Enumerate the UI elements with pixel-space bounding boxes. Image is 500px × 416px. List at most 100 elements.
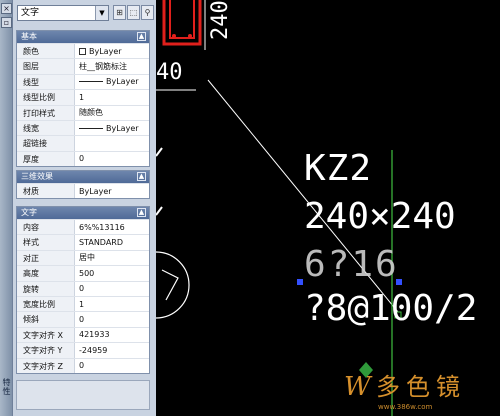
close-palette-icon[interactable]: ×: [1, 3, 12, 14]
section-header[interactable]: 三维效果 ▲: [17, 171, 149, 183]
property-value[interactable]: -24959: [75, 343, 149, 358]
property-value[interactable]: ByLayer: [75, 44, 149, 59]
property-row[interactable]: 图层 柱__钢筋标注: [17, 58, 149, 74]
section-header[interactable]: 基本 ▲: [17, 31, 149, 43]
property-value-text: 0: [79, 315, 85, 325]
property-row[interactable]: 线型比例 1: [17, 89, 149, 105]
property-row[interactable]: 宽度比例 1: [17, 295, 149, 312]
palette-title-strip[interactable]: × ▫ 特性: [0, 0, 13, 416]
grip-handle[interactable]: [297, 279, 303, 285]
property-value-text: 0: [79, 284, 85, 294]
color-swatch-icon: [79, 47, 86, 55]
property-name: 内容: [17, 220, 75, 235]
property-name: 文字对齐 Y: [17, 343, 75, 358]
column-stirrup: [169, 0, 195, 39]
property-value[interactable]: ByLayer: [75, 184, 149, 199]
collapse-icon[interactable]: ▲: [137, 32, 146, 41]
property-value-text: ByLayer: [106, 123, 139, 133]
property-row[interactable]: 文字对齐 Y -24959: [17, 342, 149, 358]
section-header[interactable]: 文字 ▲: [17, 207, 149, 219]
property-name: 厚度: [17, 151, 75, 167]
property-row[interactable]: 线宽 ByLayer: [17, 119, 149, 136]
chevron-down-icon[interactable]: ▼: [95, 6, 108, 20]
column-name-text[interactable]: KZ2: [304, 148, 372, 189]
property-name: 线宽: [17, 120, 75, 136]
collapse-icon[interactable]: ▲: [137, 172, 146, 181]
property-name: 倾斜: [17, 312, 75, 327]
property-value[interactable]: [75, 136, 149, 151]
property-value-text: ByLayer: [106, 77, 139, 87]
property-value[interactable]: 1: [75, 296, 149, 312]
property-row[interactable]: 文字对齐 X 421933: [17, 326, 149, 343]
property-row[interactable]: 超链接: [17, 135, 149, 151]
property-row[interactable]: 倾斜 0: [17, 311, 149, 327]
property-value[interactable]: STANDARD: [75, 235, 149, 250]
property-value[interactable]: 0: [75, 358, 149, 373]
property-value[interactable]: 居中: [75, 250, 149, 266]
property-value-text: -24959: [79, 345, 108, 355]
select-objects-icon[interactable]: ⬚: [127, 5, 140, 20]
section-title: 三维效果: [21, 172, 53, 181]
rebar-dot: [188, 34, 192, 38]
property-row[interactable]: 线型 ByLayer: [17, 73, 149, 90]
property-value[interactable]: ByLayer: [75, 74, 149, 90]
linetype-sample-icon: [79, 127, 103, 129]
property-row[interactable]: 高度 500: [17, 265, 149, 281]
property-row[interactable]: 样式 STANDARD: [17, 234, 149, 250]
property-row[interactable]: 颜色 ByLayer: [17, 43, 149, 59]
property-value[interactable]: 6%%13116: [75, 220, 149, 235]
property-value[interactable]: 0: [75, 281, 149, 296]
property-name: 文字对齐 X: [17, 327, 75, 343]
property-row[interactable]: 对正 居中: [17, 249, 149, 266]
property-value[interactable]: ByLayer: [75, 120, 149, 136]
property-name: 样式: [17, 235, 75, 250]
palette-strip-label: 特性: [2, 378, 11, 396]
dimension-text-top: 240: [208, 0, 233, 40]
tick-mark: [156, 147, 163, 157]
property-value[interactable]: 随颜色: [75, 105, 149, 120]
property-value-text: 随颜色: [79, 108, 103, 118]
property-name: 线型比例: [17, 90, 75, 105]
property-row[interactable]: 文字对齐 Z 0: [17, 357, 149, 373]
property-name: 材质: [17, 184, 75, 199]
property-row[interactable]: 旋转 0: [17, 280, 149, 296]
hook-symbol: [161, 269, 179, 301]
property-name: 旋转: [17, 281, 75, 296]
property-row[interactable]: 材质 ByLayer: [17, 183, 149, 199]
property-value-text: 1: [79, 299, 85, 309]
section-size-text[interactable]: 240×240: [304, 196, 456, 237]
property-value[interactable]: 0: [75, 151, 149, 167]
property-value-text: 0: [79, 361, 85, 371]
drawing-canvas[interactable]: 240 40 KZ2 240×240 6?16 ?8@100/2 W 多 色 镜…: [156, 0, 500, 416]
section-title: 基本: [21, 32, 37, 41]
property-name: 宽度比例: [17, 296, 75, 312]
svg-text:多: 多: [376, 373, 400, 401]
section-title: 文字: [21, 208, 37, 217]
property-name: 颜色: [17, 44, 75, 59]
property-value-text: STANDARD: [79, 238, 124, 248]
property-value[interactable]: 柱__钢筋标注: [75, 59, 149, 74]
toggle-pickadd-icon[interactable]: ⊞: [113, 5, 126, 20]
svg-text:镜: 镜: [436, 373, 460, 401]
property-value[interactable]: 1: [75, 90, 149, 105]
property-section: 文字 ▲ 内容 6%%13116 样式 STANDARD 对正 居中 高度 500 旋转 0 宽度比例 1…: [16, 206, 150, 374]
property-value-text: 421933: [79, 330, 110, 340]
property-name: 高度: [17, 266, 75, 281]
stirrup-text[interactable]: ?8@100/2: [304, 288, 477, 329]
longitudinal-bars-text[interactable]: 6?16: [304, 244, 399, 285]
property-value[interactable]: 421933: [75, 327, 149, 343]
watermark-site: www.386w.com: [378, 403, 433, 411]
property-row[interactable]: 打印样式 随颜色: [17, 104, 149, 120]
quick-select-icon[interactable]: ⚲: [141, 5, 154, 20]
property-value[interactable]: 500: [75, 266, 149, 281]
property-row[interactable]: 厚度 0: [17, 150, 149, 167]
autohide-icon[interactable]: ▫: [1, 17, 12, 28]
property-value-text: 500: [79, 268, 95, 278]
collapse-icon[interactable]: ▲: [137, 208, 146, 217]
properties-palette: × ▫ 特性 文字 ▼ ⊞ ⬚ ⚲ 基本 ▲ 颜色 ByLayer 图层 柱__钢筋标注线…: [0, 0, 156, 416]
watermark-logo: W 多 色 镜: [344, 372, 460, 402]
palette-content: 文字 ▼ ⊞ ⬚ ⚲ 基本 ▲ 颜色 ByLayer 图层 柱__钢筋标注 线型 ByLaye…: [13, 0, 156, 416]
property-row[interactable]: 内容 6%%13116: [17, 219, 149, 235]
property-value[interactable]: 0: [75, 312, 149, 327]
object-type-dropdown[interactable]: 文字 ▼: [17, 5, 109, 21]
